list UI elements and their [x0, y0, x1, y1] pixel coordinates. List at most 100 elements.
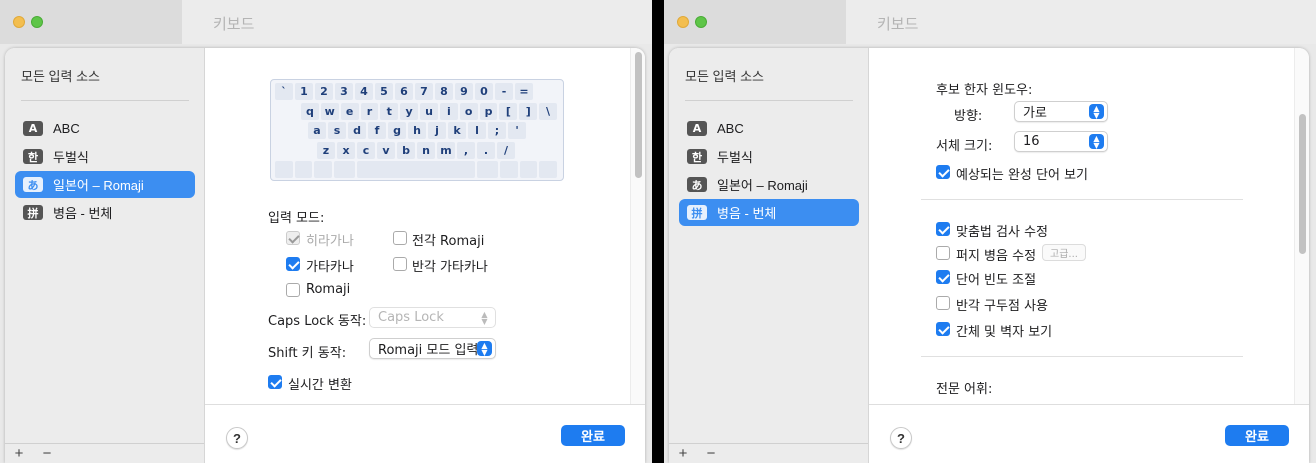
- halfwidth-katakana-checkbox[interactable]: [393, 257, 407, 271]
- sidebar-item-japanese-romaji[interactable]: あ 일본어 – Romaji: [15, 171, 195, 198]
- keyboard-key: u: [420, 102, 438, 120]
- keyboard-key: ;: [488, 122, 506, 139]
- keyboard-key: n: [417, 141, 435, 159]
- minimize-button[interactable]: [677, 16, 689, 28]
- done-button[interactable]: 완료: [1225, 425, 1289, 446]
- scrollbar-thumb[interactable]: [635, 52, 642, 178]
- keyboard-key: 2: [315, 83, 333, 100]
- keyboard-row: q w e r t y u i o p[] \: [275, 102, 559, 121]
- keyboard-row: ` 1 2 3 4 5 6 7 8 9 0- =: [275, 83, 559, 101]
- pinyin-icon: 拼: [23, 205, 43, 220]
- remove-source-button[interactable]: −: [33, 445, 61, 462]
- sidebar-item-label: 병음 - 번체: [53, 206, 113, 221]
- scrollbar-track[interactable]: [1294, 48, 1309, 404]
- zoom-button[interactable]: [695, 16, 707, 28]
- hangul-icon: 한: [687, 149, 707, 164]
- sidebar-item-pinyin-traditional[interactable]: 拼 병음 - 번체: [15, 199, 195, 226]
- keyboard-key: k: [448, 122, 466, 139]
- word-frequency-checkbox[interactable]: [936, 270, 950, 284]
- keyboard-key: 6: [395, 83, 413, 100]
- shift-key-popup[interactable]: Romaji 모드 입력 ▲ ▼: [369, 338, 496, 359]
- keyboard-key: q: [301, 102, 319, 120]
- font-size-popup[interactable]: 16 ▲ ▼: [1014, 131, 1108, 152]
- keyboard-key: ,: [457, 141, 475, 159]
- keyboard-key: j: [428, 122, 446, 139]
- romaji-checkbox[interactable]: [286, 283, 300, 297]
- keyboard-key: x: [337, 141, 355, 159]
- input-mode-label: 입력 모드:: [268, 211, 325, 226]
- hiragana-icon: あ: [23, 177, 43, 192]
- help-button[interactable]: ?: [226, 427, 248, 449]
- keyboard-key: w: [320, 102, 339, 120]
- fullwidth-romaji-checkbox[interactable]: [393, 231, 407, 245]
- add-source-button[interactable]: +: [5, 445, 33, 462]
- keyboard-key: y: [400, 102, 419, 120]
- hiragana-icon: あ: [687, 177, 707, 192]
- keyboard-key: h: [408, 122, 426, 139]
- keyboard-key: 4: [355, 83, 373, 100]
- hangul-icon: 한: [23, 149, 43, 164]
- halfwidth-katakana-label: 반각 가타카나: [412, 260, 488, 275]
- add-source-button[interactable]: +: [669, 445, 697, 462]
- katakana-label: 가타카나: [306, 260, 354, 275]
- live-conversion-label: 실시간 변환: [288, 378, 352, 393]
- live-conversion-checkbox[interactable]: [268, 375, 282, 389]
- spell-correction-label: 맞춤법 검사 수정: [956, 225, 1048, 240]
- sidebar-item-label: 병음 - 번체: [717, 206, 777, 221]
- sidebar-item-label: ABC: [53, 121, 80, 136]
- fuzzy-pinyin-checkbox[interactable]: [936, 246, 950, 260]
- romaji-label: Romaji: [306, 282, 351, 297]
- keyboard-key: 3: [335, 83, 353, 100]
- fuzzy-advanced-button: 고급...: [1042, 244, 1086, 261]
- keyboard-row-space: [275, 161, 559, 179]
- keyboard-key: s: [328, 122, 346, 139]
- keyboard-key: -: [495, 83, 513, 100]
- keyboard-key: r: [360, 102, 379, 120]
- keyboard-row: a s d f g h j k l; ': [275, 122, 559, 140]
- caps-lock-label: Caps Lock 동작:: [268, 314, 367, 329]
- scrollbar-track[interactable]: [630, 48, 645, 404]
- direction-value: 가로: [1023, 106, 1047, 121]
- keyboard-key: m: [437, 141, 455, 159]
- chevron-updown-icon: ▲ ▼: [481, 309, 488, 326]
- sidebar-item-abc[interactable]: A ABC: [15, 115, 195, 142]
- keyboard-key: a: [308, 122, 326, 139]
- title-bar: 키보드: [664, 0, 1316, 44]
- keyboard-key: ': [508, 122, 526, 139]
- show-simplified-checkbox[interactable]: [936, 322, 950, 336]
- abc-icon: A: [687, 121, 707, 136]
- keyboard-key: 7: [415, 83, 433, 100]
- spell-correction-checkbox[interactable]: [936, 222, 950, 236]
- sidebar-item-dubeolsik[interactable]: 한 두벌식: [15, 143, 195, 170]
- candidate-window-label: 후보 한자 윈도우:: [936, 83, 1033, 98]
- keyboard-key: =: [515, 83, 533, 100]
- predictive-checkbox[interactable]: [936, 165, 950, 179]
- zoom-button[interactable]: [31, 16, 43, 28]
- chevron-updown-icon: ▲ ▼: [477, 341, 492, 356]
- keyboard-key: 8: [435, 83, 453, 100]
- remove-source-button[interactable]: −: [697, 445, 725, 462]
- done-button[interactable]: 완료: [561, 425, 625, 446]
- scrollbar-thumb[interactable]: [1299, 114, 1306, 254]
- sidebar-item-japanese-romaji[interactable]: あ 일본어 – Romaji: [679, 171, 859, 198]
- sidebar-item-dubeolsik[interactable]: 한 두벌식: [679, 143, 859, 170]
- keyboard-key: .: [477, 141, 495, 159]
- help-button[interactable]: ?: [890, 427, 912, 449]
- sidebar-item-abc[interactable]: A ABC: [679, 115, 859, 142]
- chevron-updown-icon: ▲ ▼: [1089, 104, 1104, 119]
- keyboard-key: \: [539, 102, 557, 120]
- input-sources-sidebar: 모든 입력 소스 A ABC 한 두벌식 あ 일본어 – Romaji 拼 병음…: [5, 48, 205, 463]
- keyboard-key: o: [459, 102, 478, 120]
- sidebar-item-pinyin-traditional[interactable]: 拼 병음 - 번체: [679, 199, 859, 226]
- halfwidth-punct-checkbox[interactable]: [936, 296, 950, 310]
- sidebar-title: 모든 입력 소스: [685, 69, 764, 84]
- keyboard-key: b: [397, 141, 415, 159]
- shift-key-value: Romaji 모드 입력: [378, 343, 479, 358]
- minimize-button[interactable]: [13, 16, 25, 28]
- keyboard-key: l: [468, 122, 486, 139]
- keyboard-key: g: [388, 122, 406, 139]
- direction-label: 방향:: [954, 109, 983, 124]
- hiragana-checkbox: [286, 231, 300, 245]
- direction-popup[interactable]: 가로 ▲ ▼: [1014, 101, 1108, 122]
- katakana-checkbox[interactable]: [286, 257, 300, 271]
